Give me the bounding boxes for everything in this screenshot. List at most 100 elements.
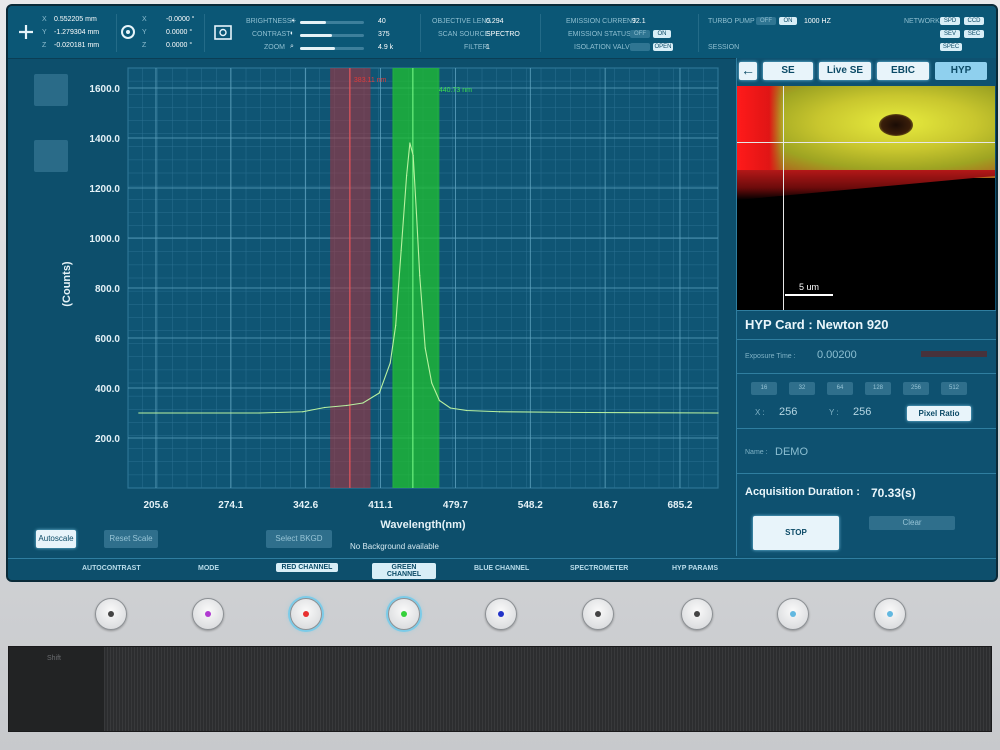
rot-y-value: 0.0000 °: [166, 29, 193, 36]
knob-mode[interactable]: [192, 598, 224, 630]
sample-image-view[interactable]: 5 um: [737, 86, 995, 310]
clear-button[interactable]: Clear: [869, 516, 955, 530]
knob-autocontrast[interactable]: [95, 598, 127, 630]
crosshair-move-icon[interactable]: [18, 24, 34, 40]
scan-source-value: SPECTRO: [486, 31, 520, 38]
turbo-off-toggle[interactable]: OFF: [756, 17, 776, 25]
x-res-value[interactable]: 256: [779, 406, 797, 418]
tab-green-channel[interactable]: GREEN CHANNEL: [372, 563, 436, 579]
objective-lens-label: OBJECTIVE LENS: [432, 18, 492, 25]
tab-ebic[interactable]: EBIC: [877, 62, 929, 80]
zoom-value: 4.9 k: [378, 44, 394, 51]
divider: [420, 14, 421, 52]
x-tick-label: 411.1: [368, 500, 393, 511]
objective-lens-value: 0.294: [486, 18, 504, 25]
tab-red-channel[interactable]: RED CHANNEL: [276, 563, 338, 572]
isolation-blank-toggle[interactable]: [630, 43, 650, 51]
spectrum-point: [466, 409, 468, 412]
rot-x-value: -0.0000 °: [166, 16, 195, 23]
y-tick-label: 1200.0: [89, 184, 120, 195]
y-axis-label: (Counts): [61, 261, 73, 307]
filter-label: FILTER: [464, 44, 488, 51]
knob-blue-channel[interactable]: [485, 598, 517, 630]
rot-z-label: Z: [142, 42, 147, 49]
tab-mode[interactable]: MODE: [198, 565, 219, 572]
knob-hyp-params[interactable]: [681, 598, 713, 630]
binning-row: 16 32 64 128 256 512 X : 256 Y : 256 Pix…: [737, 374, 996, 429]
network-sec-button[interactable]: SEC: [964, 30, 984, 38]
emission-off-toggle[interactable]: OFF: [630, 30, 650, 38]
emission-on-toggle[interactable]: ON: [653, 30, 671, 38]
binning-32-button[interactable]: 32: [789, 382, 815, 395]
reset-scale-button[interactable]: Reset Scale: [104, 530, 158, 548]
isolation-open-toggle[interactable]: OPEN: [653, 43, 673, 51]
x-tick-label: 274.1: [218, 500, 243, 511]
pos-x-value: 0.552205 mm: [54, 16, 97, 23]
divider: [540, 14, 541, 52]
emission-current-value: 92.1: [632, 18, 646, 25]
red-edge-region-bottom: [737, 170, 995, 200]
knob-extra-1[interactable]: [777, 598, 809, 630]
pixel-ratio-button[interactable]: Pixel Ratio: [907, 406, 971, 421]
zoom-slider[interactable]: [300, 47, 364, 50]
knob-red-channel[interactable]: [290, 598, 322, 630]
binning-512-button[interactable]: 512: [941, 382, 967, 395]
exposure-time-label: Exposure Time :: [745, 353, 796, 360]
spectrum-point: [302, 411, 304, 413]
binning-16-button[interactable]: 16: [751, 382, 777, 395]
pos-y-value: -1.279304 mm: [54, 29, 100, 36]
tab-se[interactable]: SE: [763, 62, 813, 80]
autoscale-button[interactable]: Autoscale: [36, 530, 76, 548]
tab-blue-channel[interactable]: BLUE CHANNEL: [474, 565, 529, 572]
keyboard-left-panel: Shift: [9, 647, 104, 731]
spectrum-point: [400, 249, 402, 252]
exposure-time-input[interactable]: 0.00200: [817, 349, 857, 361]
network-ccd-button[interactable]: CCD: [964, 17, 984, 25]
image-tabs-bar: ← SE Live SE EBIC HYP: [737, 60, 996, 84]
back-arrow-icon[interactable]: ←: [739, 62, 757, 80]
y-res-value[interactable]: 256: [853, 406, 871, 418]
keyboard-area[interactable]: Shift: [8, 646, 992, 732]
rotation-icon[interactable]: [120, 24, 136, 40]
spectrum-chart[interactable]: 200.0 400.0 600.0 800.0 1000.0 1200.0 1400.0 16…: [18, 58, 736, 556]
x-res-label: X :: [755, 408, 765, 417]
knob-extra-2[interactable]: [874, 598, 906, 630]
exposure-range-hint: [921, 351, 987, 357]
spectrum-point: [389, 362, 391, 364]
no-background-text: No Background available: [350, 542, 439, 551]
brightness-slider[interactable]: [300, 21, 364, 24]
network-spd-button[interactable]: SPD: [940, 17, 960, 25]
display-settings-icon[interactable]: [214, 25, 232, 40]
y-tick-label: 400.0: [95, 384, 120, 395]
stop-button[interactable]: STOP: [753, 516, 839, 550]
select-bkgd-button[interactable]: Select BKGD: [266, 530, 332, 548]
turbo-on-toggle[interactable]: ON: [779, 17, 797, 25]
knob-green-channel[interactable]: [388, 598, 420, 630]
knob-spectrometer[interactable]: [582, 598, 614, 630]
spectrum-point: [498, 411, 501, 413]
divider: [204, 14, 205, 52]
tab-live-se[interactable]: Live SE: [819, 62, 871, 80]
acquisition-duration-label: Acquisition Duration :: [745, 486, 860, 498]
top-status-bar: X 0.552205 mm Y -1.279304 mm Z -0.020181…: [8, 6, 996, 59]
app-screen: X 0.552205 mm Y -1.279304 mm Z -0.020181…: [6, 4, 998, 582]
name-input[interactable]: DEMO: [775, 446, 808, 458]
binning-256-button[interactable]: 256: [903, 382, 929, 395]
contrast-slider[interactable]: [300, 34, 364, 37]
contrast-value: 375: [378, 31, 390, 38]
x-axis-label: Wavelength(nm): [380, 519, 465, 531]
tab-hyp-params[interactable]: HYP PARAMS: [672, 565, 718, 572]
binning-64-button[interactable]: 64: [827, 382, 853, 395]
tab-autocontrast[interactable]: AUTOCONTRAST: [82, 565, 141, 572]
network-sev-button[interactable]: SEV: [940, 30, 960, 38]
tab-hyp[interactable]: HYP: [935, 62, 987, 80]
shift-key[interactable]: Shift: [47, 655, 61, 662]
brightness-label: BRIGHTNESS: [246, 18, 292, 25]
session-label[interactable]: SESSION: [708, 44, 739, 51]
emission-status-label: EMISSION STATUS: [568, 31, 631, 38]
binning-128-button[interactable]: 128: [865, 382, 891, 395]
tab-spectrometer[interactable]: SPECTROMETER: [570, 565, 628, 572]
network-spec-button[interactable]: SPEC: [940, 43, 962, 51]
spectrum-point: [412, 154, 414, 157]
x-tick-label: 548.2: [518, 500, 543, 511]
